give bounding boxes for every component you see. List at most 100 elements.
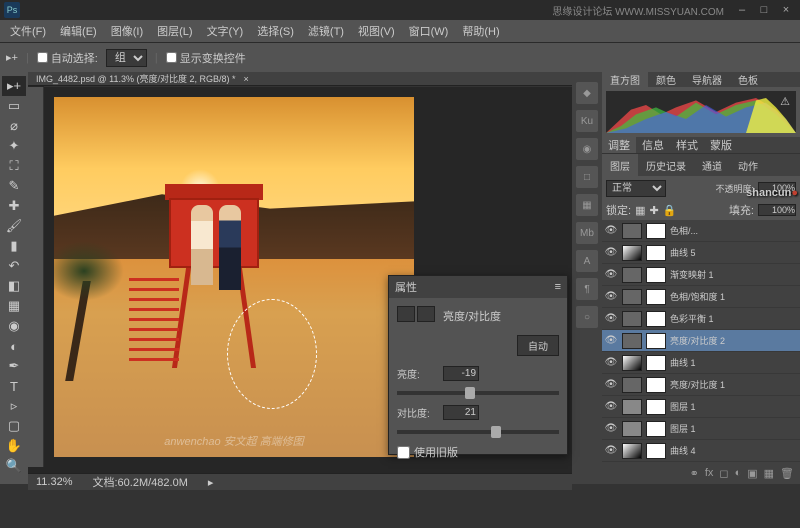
tab-actions[interactable]: 动作 [730, 154, 766, 176]
visibility-icon[interactable]: 👁 [604, 445, 618, 456]
dock-icon[interactable]: A [576, 250, 598, 272]
menu-filter[interactable]: 滤镜(T) [302, 21, 350, 41]
new-group-icon[interactable]: ▣ [747, 467, 757, 480]
mask-thumb[interactable] [646, 289, 666, 305]
mask-icon[interactable] [417, 306, 435, 322]
mask-thumb[interactable] [646, 311, 666, 327]
layer-thumb[interactable] [622, 267, 642, 283]
dock-icon[interactable]: Mb [576, 222, 598, 244]
crop-tool[interactable]: ⛶ [2, 156, 26, 176]
mask-thumb[interactable] [646, 245, 666, 261]
marquee-tool[interactable]: ▭ [2, 96, 26, 116]
show-transform-checkbox[interactable] [166, 52, 177, 63]
histogram-warning-icon[interactable]: ⚠ [780, 95, 790, 108]
path-tool[interactable]: ▹ [2, 396, 26, 416]
eraser-tool[interactable]: ◧ [2, 276, 26, 296]
layer-row[interactable]: 👁色彩平衡 1 [602, 308, 800, 330]
tab-navigator[interactable]: 导航器 [684, 72, 730, 87]
brightness-slider[interactable] [397, 391, 559, 395]
mask-thumb[interactable] [646, 223, 666, 239]
type-tool[interactable]: T [2, 376, 26, 396]
document-tab[interactable]: IMG_4482.psd @ 11.3% (亮度/对比度 2, RGB/8) *… [28, 72, 572, 86]
visibility-icon[interactable]: 👁 [604, 291, 618, 302]
menu-layer[interactable]: 图层(L) [151, 21, 198, 41]
visibility-icon[interactable]: 👁 [604, 357, 618, 368]
layer-thumb[interactable] [622, 333, 642, 349]
tab-color[interactable]: 颜色 [648, 72, 684, 87]
visibility-icon[interactable]: 👁 [604, 313, 618, 324]
new-layer-icon[interactable]: ▦ [764, 467, 774, 480]
history-brush-tool[interactable]: ↶ [2, 256, 26, 276]
tab-history[interactable]: 历史记录 [638, 154, 694, 176]
menu-edit[interactable]: 编辑(E) [54, 21, 103, 41]
auto-select-checkbox[interactable] [37, 52, 48, 63]
dock-icon[interactable]: ▦ [576, 194, 598, 216]
layer-thumb[interactable] [622, 223, 642, 239]
wand-tool[interactable]: ✦ [2, 136, 26, 156]
layer-row[interactable]: 👁图层 1 [602, 418, 800, 440]
layer-thumb[interactable] [622, 443, 642, 459]
lasso-tool[interactable]: ⌀ [2, 116, 26, 136]
menu-help[interactable]: 帮助(H) [456, 21, 505, 41]
layer-row[interactable]: 👁渐变映射 1 [602, 264, 800, 286]
tab-histogram[interactable]: 直方图 [602, 72, 648, 87]
visibility-icon[interactable]: 👁 [604, 247, 618, 258]
layer-thumb[interactable] [622, 289, 642, 305]
visibility-icon[interactable]: 👁 [604, 269, 618, 280]
brush-tool[interactable]: 🖌 [2, 216, 26, 236]
mask-thumb[interactable] [646, 267, 666, 283]
gradient-tool[interactable]: ▦ [2, 296, 26, 316]
layer-row[interactable]: 👁曲线 4 [602, 440, 800, 462]
layer-row[interactable]: 👁图层 1 [602, 396, 800, 418]
layer-row[interactable]: 👁色相/饱和度 1 [602, 286, 800, 308]
menu-type[interactable]: 文字(Y) [201, 21, 250, 41]
mask-thumb[interactable] [646, 355, 666, 371]
contrast-slider[interactable] [397, 430, 559, 434]
tab-styles[interactable]: 样式 [670, 137, 704, 153]
layer-row[interactable]: 👁亮度/对比度 1 [602, 374, 800, 396]
tab-layers[interactable]: 图层 [602, 154, 638, 176]
menu-view[interactable]: 视图(V) [352, 21, 401, 41]
layer-thumb[interactable] [622, 399, 642, 415]
fill-input[interactable] [758, 204, 796, 216]
link-layers-icon[interactable]: ⚭ [690, 467, 699, 480]
lock-position-icon[interactable]: ✚ [649, 204, 658, 217]
layer-row[interactable]: 👁亮度/对比度 2 [602, 330, 800, 352]
panel-menu-icon[interactable]: ≡ [555, 281, 561, 293]
dock-icon[interactable]: ◉ [576, 138, 598, 160]
tab-channels[interactable]: 通道 [694, 154, 730, 176]
visibility-icon[interactable]: 👁 [604, 379, 618, 390]
auto-button[interactable]: 自动 [517, 335, 559, 356]
visibility-icon[interactable]: 👁 [604, 401, 618, 412]
tab-masks[interactable]: 蒙版 [704, 137, 738, 153]
layer-thumb[interactable] [622, 355, 642, 371]
menu-window[interactable]: 窗口(W) [403, 21, 455, 41]
properties-panel[interactable]: 属性 ≡ 亮度/对比度 自动 亮度: 对比度: 使用旧版 [388, 275, 568, 455]
visibility-icon[interactable]: 👁 [604, 335, 618, 346]
lock-pixels-icon[interactable]: ▦ [635, 204, 645, 217]
eyedropper-tool[interactable]: ✎ [2, 176, 26, 196]
dock-icon[interactable]: ○ [576, 306, 598, 328]
mask-thumb[interactable] [646, 399, 666, 415]
menu-image[interactable]: 图像(I) [105, 21, 149, 41]
tab-info[interactable]: 信息 [636, 137, 670, 153]
legacy-checkbox[interactable] [397, 446, 410, 459]
zoom-level[interactable]: 11.32% [36, 476, 73, 488]
menu-file[interactable]: 文件(F) [4, 21, 52, 41]
marquee-selection[interactable] [227, 299, 317, 409]
stamp-tool[interactable]: ▮ [2, 236, 26, 256]
layer-thumb[interactable] [622, 377, 642, 393]
layer-row[interactable]: 👁曲线 1 [602, 352, 800, 374]
layer-row[interactable]: 👁色相/... [602, 220, 800, 242]
delete-layer-icon[interactable]: 🗑 [780, 467, 794, 480]
minimize-button[interactable]: – [732, 3, 752, 17]
layer-mask-icon[interactable]: ◻ [719, 467, 728, 480]
blend-mode-dropdown[interactable]: 正常 [606, 180, 666, 197]
layer-fx-icon[interactable]: fx [705, 467, 714, 479]
blur-tool[interactable]: ◉ [2, 316, 26, 336]
layer-thumb[interactable] [622, 245, 642, 261]
dock-icon[interactable]: Ku [576, 110, 598, 132]
dodge-tool[interactable]: ◐ [2, 336, 26, 356]
shape-tool[interactable]: ▢ [2, 416, 26, 436]
maximize-button[interactable]: □ [754, 3, 774, 17]
